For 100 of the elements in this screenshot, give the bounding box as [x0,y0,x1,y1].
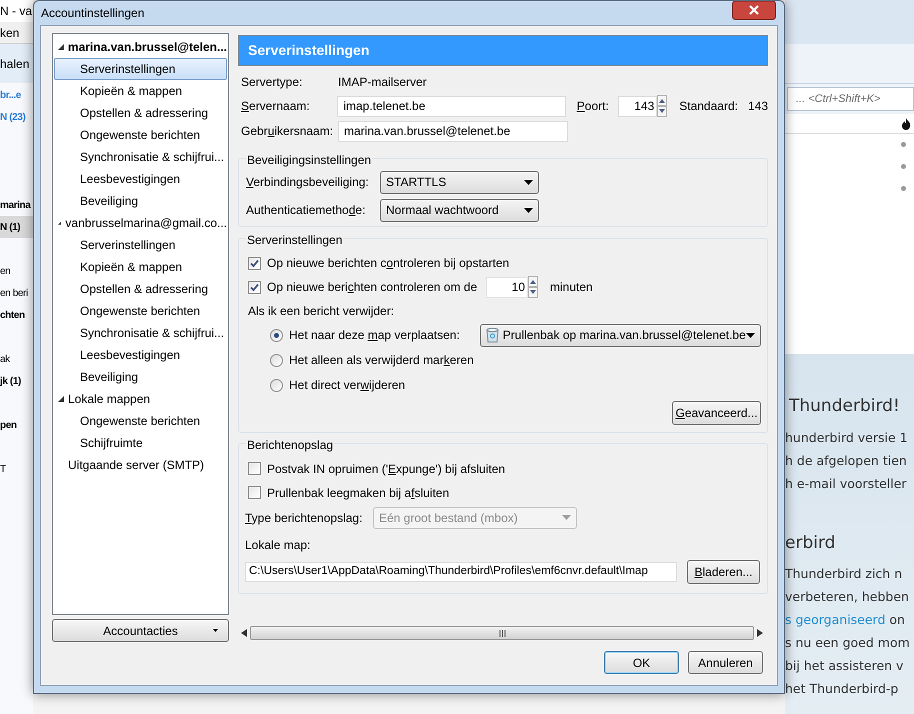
browse-button[interactable]: Bladeren... [687,560,760,584]
field-label: Standaard: [679,98,738,115]
section-label: Als ik een bericht verwijder: [248,303,396,320]
tree-item[interactable]: Opstellen & adressering [54,102,227,124]
menu-item[interactable]: ken [0,24,20,42]
radio-label: Het direct verwijderen [289,377,406,394]
checkbox[interactable] [248,462,261,475]
cancel-button[interactable]: Annuleren [688,651,763,674]
collapse-triangle-icon[interactable] [58,44,64,50]
advanced-button[interactable]: Geavanceerd... [672,401,761,425]
tree-item[interactable]: Lokale mappen [68,390,150,408]
tree-item[interactable]: Uitgaande server (SMTP) [68,456,204,474]
scroll-right-icon[interactable] [757,629,763,637]
radio-label: Het alleen als verwijderd markeren [289,352,474,369]
toolbar-button[interactable]: halen [0,54,30,72]
tree-item[interactable]: vanbrusselmarina@gmail.co... [65,214,227,232]
field-value: IMAP-mailserver [338,74,427,91]
tree-item[interactable]: Synchronisatie & schijfrui... [54,146,227,168]
folder-item[interactable]: jk (1) [0,370,33,392]
authentication-dropdown[interactable]: Normaal wachtwoord [380,198,539,222]
close-icon[interactable] [732,1,776,20]
field-label: Servernaam: [241,98,311,115]
folder-item[interactable]: N (23) [0,106,33,128]
text-line: Thunderbird zich n [785,565,904,583]
caret-icon [524,180,533,184]
tree-item[interactable]: Serverinstellingen [54,58,227,80]
checkbox[interactable] [248,486,261,499]
checkbox[interactable] [248,256,261,270]
connection-security-dropdown[interactable]: STARTTLS [380,170,539,194]
interval-field[interactable]: 10 [486,276,528,298]
field-label: Verbindingsbeveiliging: [246,174,370,191]
unit-label: minuten [550,279,593,296]
folder-item[interactable]: ak [0,348,33,370]
page-heading: erbird [785,532,836,555]
tree-item[interactable]: Kopieën & mappen [54,256,227,278]
field-value: 143 [748,98,768,115]
panel-heading: Serverinstellingen [238,35,768,66]
folder-item[interactable]: N (1) [0,216,33,238]
tree-item[interactable]: Synchronisatie & schijfrui... [54,322,227,344]
radio-button[interactable] [270,378,283,392]
field-label: Type berichtenopslag: [245,510,364,526]
folder-item[interactable]: chten [0,304,33,326]
field-label: Authenticatiemethode: [246,202,366,219]
tree-item[interactable]: Leesbevestigingen [54,344,227,366]
field-label: Servertype: [241,74,304,91]
tree-item[interactable]: Leesbevestigingen [54,168,227,190]
port-field[interactable]: 143 [618,96,658,116]
text-line: s nu een goed mom [785,634,911,652]
caret-icon [746,332,755,338]
folder-item[interactable]: en beri [0,282,33,304]
caret-icon [562,515,571,520]
server-name-field[interactable]: imap.telenet.be [337,96,566,116]
ok-button[interactable]: OK [604,651,679,674]
checkbox-label: Op nieuwe berichten controleren bij opstarten [267,255,510,272]
caret-icon [524,208,533,212]
folder-item[interactable]: pen [0,414,33,436]
field-label: Gebruikersnaam: [241,123,334,140]
grip-icon [498,630,506,636]
account-actions-button[interactable]: Accountacties [52,619,229,642]
checkbox[interactable] [248,280,261,294]
folder-item[interactable]: T [0,458,33,480]
search-field[interactable]: ... <Ctrl+Shift+K> [787,87,914,111]
tree-item[interactable]: Ongewenste berichten [54,300,227,322]
field-label: Lokale map: [245,536,312,554]
radio-label: Het naar deze map verplaatsen: [289,327,461,344]
tree-item[interactable]: Ongewenste berichten [54,410,227,432]
tree-item[interactable]: Beveiliging [54,366,227,388]
text-line: bij het assisteren v [785,657,904,675]
local-folder-field[interactable]: C:\Users\User1\AppData\Roaming\Thunderbird\Profiles\emf6cnvr.default\Imap [245,562,677,582]
tree-item[interactable]: Serverinstellingen [54,234,227,256]
username-field[interactable]: marina.van.brussel@telenet.be [338,120,568,142]
tree-item[interactable]: Kopieën & mappen [54,80,227,102]
collapse-triangle-icon[interactable] [58,396,64,402]
checkbox-label: Prullenbak leegmaken bij afsluiten [267,484,450,502]
tree-item[interactable]: Ongewenste berichten [54,124,227,146]
flame-icon[interactable] [901,118,911,130]
text-line: verbeteren, hebben [785,588,910,606]
tree-item[interactable]: Beveiliging [54,190,227,212]
folder-dropdown[interactable]: Prullenbak op marina.van.brussel@telenet.be [480,324,761,346]
tree-item[interactable]: marina.van.brussel@telen... [68,38,227,56]
tree-item[interactable]: Opstellen & adressering [54,278,227,300]
checkbox-label: Postvak IN opruimen ('Expunge') bij afsluiten [267,460,506,478]
checkbox-label: Op nieuwe berichten controleren om de [267,279,478,296]
radio-button[interactable] [270,328,283,342]
tree-item[interactable]: Schijfruimte [54,432,227,454]
spinner-arrows-icon[interactable] [528,276,538,298]
trash-icon [486,327,499,343]
spinner-arrows-icon[interactable] [657,95,668,117]
scrollbar-thumb[interactable] [250,626,754,640]
app-title: N - va [0,3,32,20]
page-heading: Thunderbird! [788,395,901,418]
folder-item[interactable]: br...e [0,84,33,106]
text-line: h de afgelopen tien [785,452,908,470]
text-line: het Thunderbird-p [785,680,900,698]
radio-button[interactable] [270,354,283,366]
folder-item[interactable]: en [0,260,33,282]
scroll-left-icon[interactable] [241,629,247,637]
folder-item[interactable]: marina [0,194,33,216]
collapse-triangle-icon[interactable] [58,220,62,226]
dropdown-value: Prullenbak op marina.van.brussel@telenet.be [502,327,746,344]
